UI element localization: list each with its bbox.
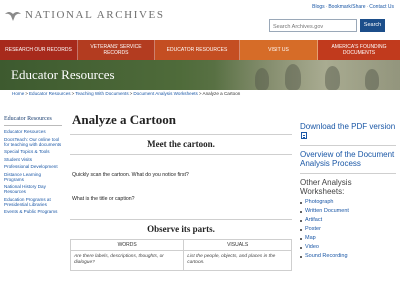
sidebar-title: Educator Resources [4, 116, 62, 126]
banner-figure [255, 68, 269, 90]
worksheet-item-sound-recording[interactable]: Sound Recording [300, 252, 396, 261]
main-content: Analyze a Cartoon Meet the cartoon. Quic… [69, 112, 292, 271]
page-title: Analyze a Cartoon [72, 112, 176, 127]
worksheet-item-written-document[interactable]: Written Document [300, 207, 396, 216]
banner-figure [285, 64, 301, 90]
main-nav: RESEARCH OUR RECORDS VETERANS' SERVICE R… [0, 40, 400, 60]
sidebar-item-professional-development[interactable]: Professional Development [4, 164, 62, 169]
blogs-link[interactable]: Blogs [312, 4, 325, 10]
divider [70, 154, 292, 155]
download-pdf-label: Download the PDF version [300, 122, 396, 131]
worksheet-item-poster[interactable]: Poster [300, 225, 396, 234]
site-logo[interactable]: NATIONAL ARCHIVES [4, 7, 165, 23]
sidebar-item-presidential-libraries[interactable]: Education Programs at Presidential Libra… [4, 197, 62, 207]
section-heading-observe: Observe its parts. [147, 224, 215, 234]
banner-figure [325, 66, 340, 90]
left-sidebar: Educator Resources Educator Resources Do… [4, 116, 62, 217]
worksheet-label: Map [305, 235, 316, 241]
words-cell[interactable]: Are there labels, descriptions, thoughts… [69, 250, 185, 271]
bullet-icon [300, 237, 302, 240]
divider [300, 173, 396, 174]
breadcrumb-home[interactable]: Home [12, 91, 24, 96]
visuals-cell[interactable]: List the people, objects, and places in … [183, 250, 292, 271]
column-header-visuals: VISUALS [183, 239, 292, 251]
table-header-row: WORDS VISUALS [69, 239, 292, 251]
worksheet-label: Sound Recording [305, 253, 348, 259]
download-pdf-link[interactable]: Download the PDF version [300, 122, 396, 140]
breadcrumb-educator-resources[interactable]: Educator Resources [29, 91, 71, 96]
overview-link[interactable]: Overview of the Document Analysis Proces… [300, 150, 396, 168]
banner-title: Educator Resources [11, 67, 115, 82]
bullet-icon [300, 255, 302, 258]
prompt-title-caption: What is the title or caption? [72, 196, 135, 202]
utility-links: Blogs · Bookmark/Share · Contact Us [312, 4, 394, 10]
breadcrumb-analysis-worksheets[interactable]: Document Analysis Worksheets [133, 91, 198, 96]
section-banner: Educator Resources [0, 60, 400, 90]
nav-research-our-records[interactable]: RESEARCH OUR RECORDS [0, 40, 78, 60]
worksheet-item-map[interactable]: Map [300, 234, 396, 243]
sidebar-item-national-history-day[interactable]: National History Day Resources [4, 184, 62, 194]
bullet-icon [300, 246, 302, 249]
bullet-icon [300, 219, 302, 222]
worksheet-item-artifact[interactable]: Artifact [300, 216, 396, 225]
sidebar-item-events[interactable]: Events & Public Programs [4, 209, 62, 214]
nav-veterans-service-records[interactable]: VETERANS' SERVICE RECORDS [78, 40, 155, 60]
nav-visit-us[interactable]: VISIT US [240, 40, 318, 60]
logo-text: NATIONAL ARCHIVES [25, 9, 165, 21]
worksheet-label: Poster [305, 226, 321, 232]
site-header: NATIONAL ARCHIVES Blogs · Bookmark/Share… [0, 0, 400, 38]
sidebar-item-docsteach[interactable]: DocsTeach: Our online tool for teaching … [4, 137, 62, 147]
breadcrumb: Home > Educator Resources > Teaching Wit… [12, 91, 240, 96]
breadcrumb-current: Analyze a Cartoon [202, 91, 241, 96]
sidebar-item-special-topics[interactable]: Special Topics & Tools [4, 149, 62, 154]
sidebar-item-educator-resources[interactable]: Educator Resources [4, 129, 62, 134]
nav-educator-resources[interactable]: EDUCATOR RESOURCES [155, 40, 240, 60]
right-sidebar: Download the PDF version Overview of the… [300, 122, 396, 261]
bullet-icon [300, 201, 302, 204]
pdf-icon [301, 132, 307, 139]
sidebar-item-distance-learning[interactable]: Distance Learning Programs [4, 172, 62, 182]
worksheet-item-video[interactable]: Video [300, 243, 396, 252]
worksheet-item-photograph[interactable]: Photograph [300, 198, 396, 207]
observation-table: WORDS VISUALS Are there labels, descript… [69, 239, 292, 271]
search-input[interactable] [269, 19, 357, 32]
nav-americas-founding-documents[interactable]: AMERICA'S FOUNDING DOCUMENTS [318, 40, 400, 60]
breadcrumb-teaching-with-documents[interactable]: Teaching With Documents [75, 91, 128, 96]
worksheets-title: Other Analysis Worksheets: [300, 178, 352, 196]
worksheet-label: Video [305, 244, 319, 250]
worksheet-label: Photograph [305, 199, 334, 205]
banner-figure [365, 69, 379, 90]
bullet-icon [300, 210, 302, 213]
table-row: Are there labels, descriptions, thoughts… [69, 250, 292, 271]
banner-photo [215, 60, 400, 90]
bookmark-share-link[interactable]: Bookmark/Share [328, 4, 365, 10]
eagle-icon [5, 11, 21, 21]
column-header-words: WORDS [69, 239, 185, 251]
section-heading-meet: Meet the cartoon. [147, 139, 215, 149]
contact-us-link[interactable]: Contact Us [369, 4, 394, 10]
bullet-icon [300, 228, 302, 231]
prompt-notice-first: Quickly scan the cartoon. What do you no… [72, 172, 189, 178]
worksheet-label: Written Document [305, 208, 349, 214]
search-button[interactable]: Search [360, 19, 385, 32]
sidebar-item-student-visits[interactable]: Student Visits [4, 157, 62, 162]
worksheet-label: Artifact [305, 217, 323, 223]
divider [300, 145, 396, 146]
